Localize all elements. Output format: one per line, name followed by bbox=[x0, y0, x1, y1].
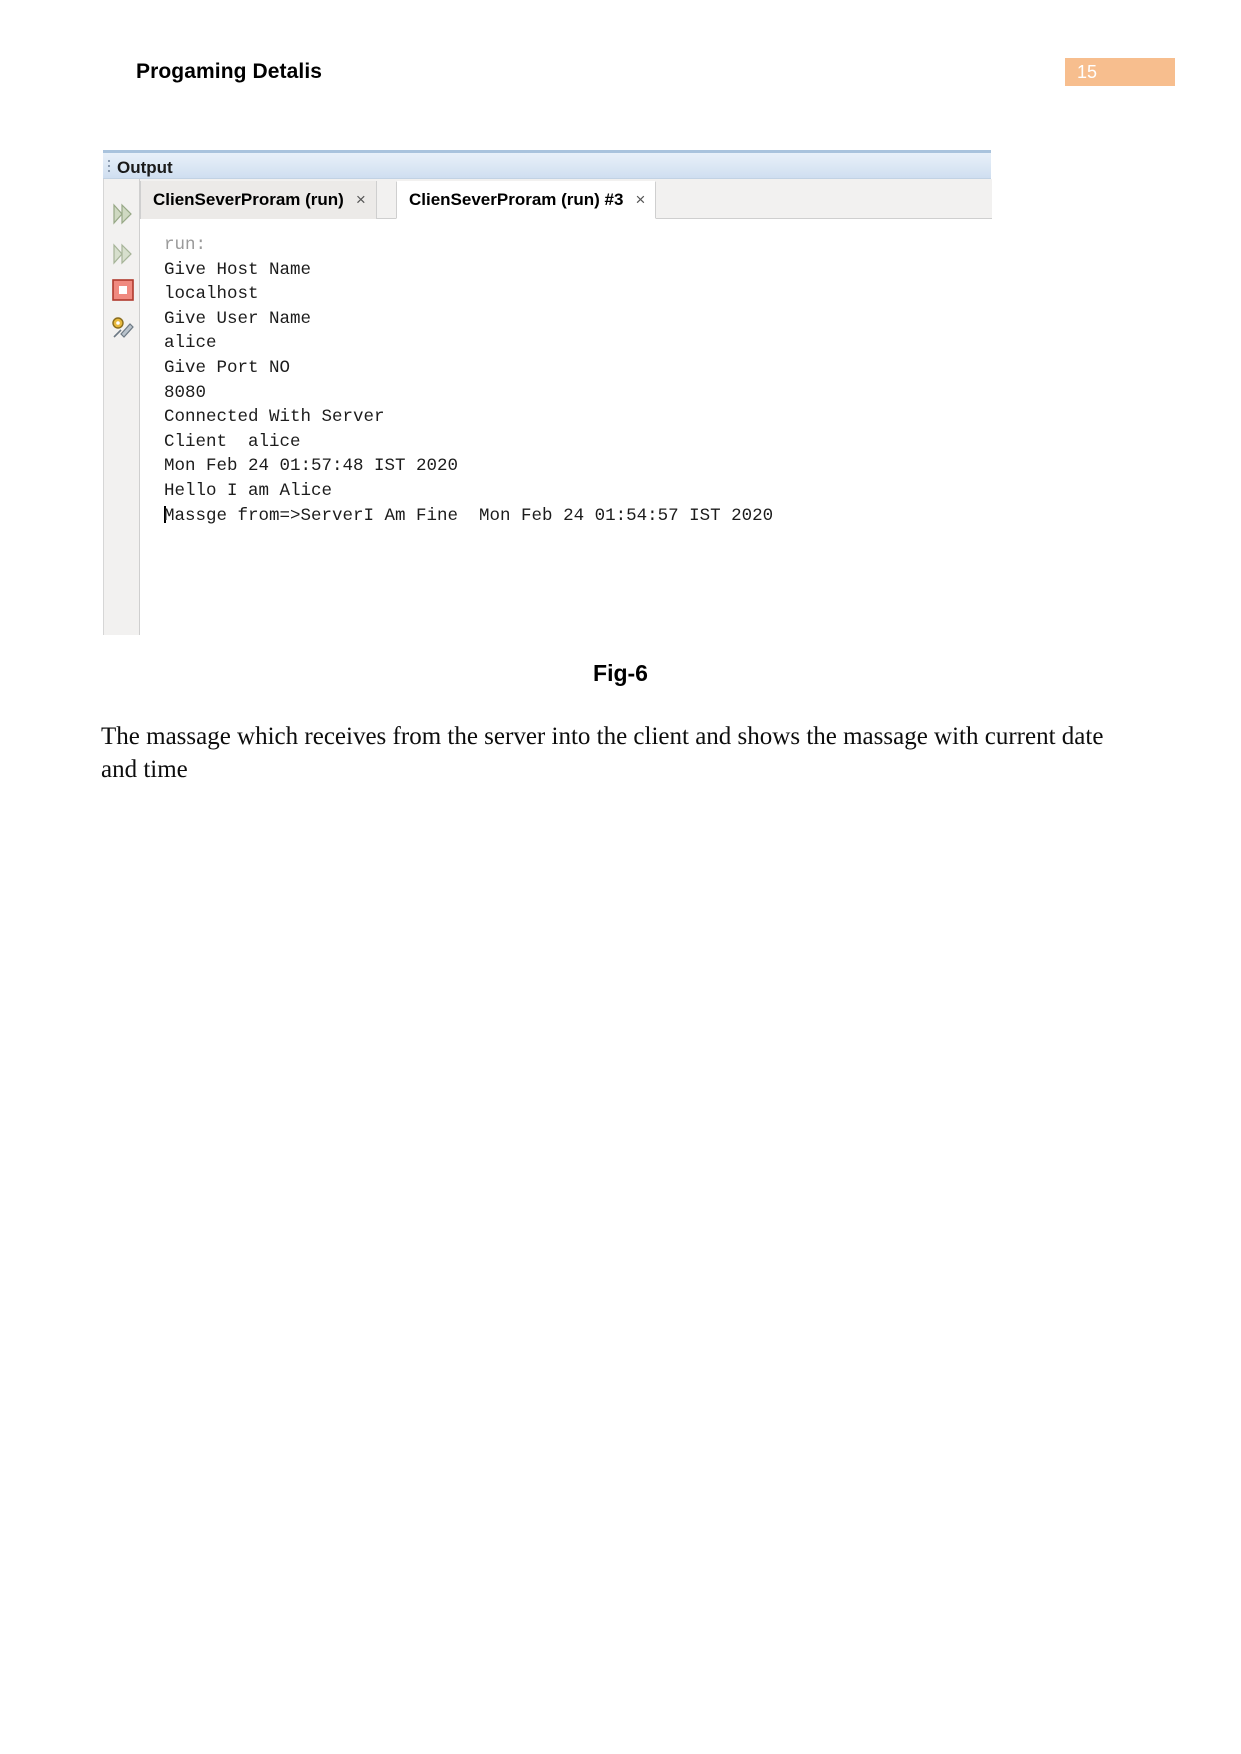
output-settings-icon[interactable] bbox=[110, 315, 136, 341]
console-line: Mon Feb 24 01:57:48 IST 2020 bbox=[164, 456, 459, 477]
console-line: Give Host Name bbox=[164, 259, 312, 280]
tab-label: ClienSeverProram (run) bbox=[153, 190, 344, 209]
tab-label: ClienSeverProram (run) #3 bbox=[409, 190, 624, 209]
console-line: Client alice bbox=[164, 431, 301, 452]
console-line-with-caret: Massge from=>ServerI Am Fine Mon Feb 24 … bbox=[164, 504, 992, 529]
page-title: Progaming Detalis bbox=[136, 60, 323, 83]
console-line: Connected With Server bbox=[164, 407, 385, 428]
output-window-screenshot: Output ClienSeverProram (run) × ClienSev… bbox=[103, 150, 992, 635]
stop-process-icon[interactable] bbox=[110, 277, 136, 303]
output-toolbar-gutter bbox=[104, 179, 140, 635]
output-panel-title: Output bbox=[117, 158, 173, 177]
console-output-area[interactable]: run: Give Host Name localhost Give User … bbox=[140, 219, 992, 635]
rerun-arrows-icon[interactable] bbox=[110, 201, 136, 227]
window-grip-handle[interactable] bbox=[108, 160, 111, 173]
console-line: localhost bbox=[164, 284, 259, 305]
output-window-titlebar[interactable]: Output bbox=[103, 153, 991, 179]
page-number-badge: 15 bbox=[1065, 58, 1175, 86]
console-line: Give Port NO bbox=[164, 357, 291, 378]
page-header: Progaming Detalis 15 bbox=[0, 0, 1241, 112]
console-line: Hello I am Alice bbox=[164, 480, 333, 501]
console-line: 8080 bbox=[164, 382, 207, 403]
console-line: alice bbox=[164, 333, 217, 354]
tab-clienseverproram-run[interactable]: ClienSeverProram (run) × bbox=[140, 181, 377, 219]
console-line: run: bbox=[164, 235, 207, 255]
console-line: Massge from=>ServerI Am Fine Mon Feb 24 … bbox=[164, 505, 774, 526]
close-icon[interactable]: × bbox=[635, 190, 645, 210]
body-paragraph: The massage which receives from the serv… bbox=[101, 723, 1104, 783]
figure-caption: Fig-6 bbox=[593, 660, 648, 686]
output-window-body: ClienSeverProram (run) × ClienSeverProra… bbox=[103, 179, 992, 635]
close-icon[interactable]: × bbox=[356, 190, 366, 210]
tab-clienseverproram-run-3[interactable]: ClienSeverProram (run) #3 × bbox=[396, 181, 657, 219]
console-line: Give User Name bbox=[164, 308, 312, 329]
output-tabstrip: ClienSeverProram (run) × ClienSeverProra… bbox=[140, 179, 992, 219]
rerun-arrows-secondary-icon[interactable] bbox=[110, 241, 136, 267]
